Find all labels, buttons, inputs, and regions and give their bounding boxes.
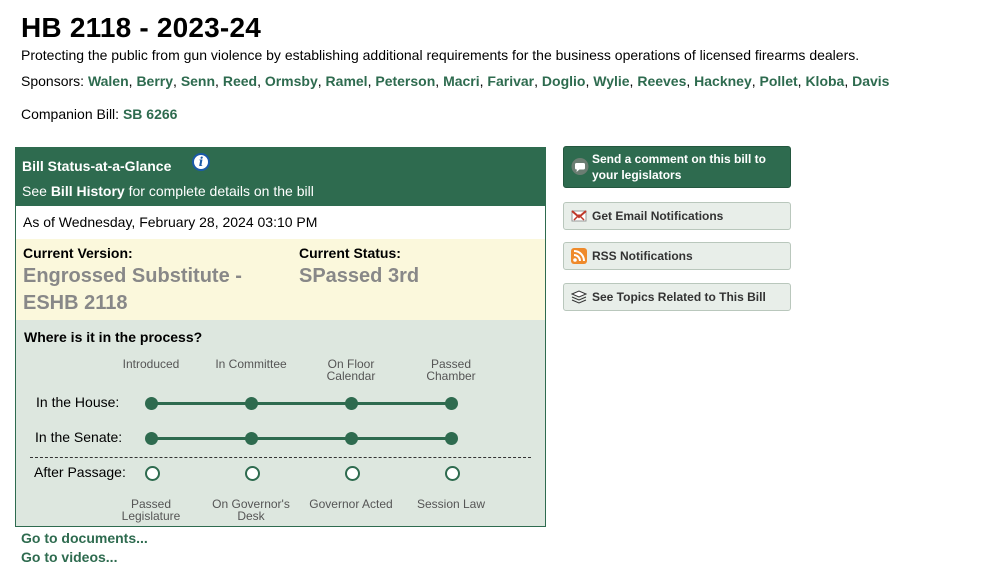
as-of-date: As of Wednesday, February 28, 2024 03:10… bbox=[16, 206, 545, 239]
sponsor-link[interactable]: Berry bbox=[136, 73, 173, 89]
email-notifications-button[interactable]: Get Email Notifications bbox=[563, 202, 791, 230]
stage-on-floor-calendar: On Floor Calendar bbox=[326, 357, 376, 383]
passage-divider bbox=[30, 457, 531, 458]
companion-bill-line: Companion Bill: SB 6266 bbox=[21, 105, 177, 123]
sponsor-link[interactable]: Peterson bbox=[375, 73, 435, 89]
sponsor-link[interactable]: Ramel bbox=[326, 73, 368, 89]
senate-dot-committee bbox=[245, 432, 258, 445]
bill-status-panel: Bill Status-at-a-Glance i See Bill Histo… bbox=[15, 147, 546, 527]
companion-label: Companion Bill: bbox=[21, 106, 120, 122]
bill-history-link[interactable]: Bill History bbox=[51, 183, 125, 199]
status-header: Bill Status-at-a-Glance i See Bill Histo… bbox=[16, 148, 545, 206]
stage-governor-acted: Governor Acted bbox=[309, 497, 393, 511]
senate-dot-floor bbox=[345, 432, 358, 445]
senate-label: In the Senate: bbox=[35, 429, 123, 445]
house-dot-committee bbox=[245, 397, 258, 410]
sponsors-line: Sponsors: Walen, Berry, Senn, Reed, Orms… bbox=[21, 72, 889, 90]
current-status-label: Current Status: bbox=[299, 245, 401, 261]
companion-bill-link[interactable]: SB 6266 bbox=[123, 106, 177, 122]
sponsors-label: Sponsors: bbox=[21, 73, 85, 89]
after-ring-session-law bbox=[445, 466, 460, 481]
bill-description: Protecting the public from gun violence … bbox=[21, 47, 860, 63]
stage-passed-chamber: Passed Chamber bbox=[426, 357, 476, 383]
current-version-label: Current Version: bbox=[23, 245, 133, 261]
sponsor-link[interactable]: Farivar bbox=[487, 73, 534, 89]
go-to-videos-link[interactable]: Go to videos... bbox=[21, 549, 117, 565]
rss-notifications-button[interactable]: RSS Notifications bbox=[563, 242, 791, 270]
status-subheading: See Bill History for complete details on… bbox=[22, 183, 314, 199]
current-info: Current Version: Engrossed Substitute - … bbox=[16, 239, 545, 320]
see-suffix: for complete details on the bill bbox=[128, 183, 314, 199]
house-track bbox=[151, 402, 451, 405]
see-topics-label: See Topics Related to This Bill bbox=[592, 290, 766, 304]
email-notifications-label: Get Email Notifications bbox=[592, 209, 724, 223]
sponsor-link[interactable]: Pollet bbox=[760, 73, 798, 89]
after-ring-passed-legislature bbox=[145, 466, 160, 481]
current-status-value: SPassed 3rd bbox=[299, 265, 420, 287]
current-status: Current Status: SPassed 3rd bbox=[299, 245, 539, 290]
see-prefix: See bbox=[22, 183, 47, 199]
current-version: Current Version: Engrossed Substitute - … bbox=[23, 245, 273, 317]
sponsor-link[interactable]: Walen bbox=[88, 73, 129, 89]
stage-introduced: Introduced bbox=[122, 357, 180, 371]
current-version-value: Engrossed Substitute - ESHB 2118 bbox=[23, 265, 242, 314]
status-heading: Bill Status-at-a-Glance bbox=[22, 158, 172, 174]
stage-governors-desk: On Governor's Desk bbox=[212, 497, 290, 523]
stage-passed-legislature: Passed Legislature bbox=[121, 497, 181, 523]
sponsor-link[interactable]: Wylie bbox=[593, 73, 629, 89]
after-ring-governor-desk bbox=[245, 466, 260, 481]
sponsor-link[interactable]: Ormsby bbox=[265, 73, 318, 89]
senate-dot-passed bbox=[445, 432, 458, 445]
info-icon[interactable]: i bbox=[192, 153, 210, 171]
house-dot-introduced bbox=[145, 397, 158, 410]
senate-track bbox=[151, 437, 451, 440]
sponsor-link[interactable]: Reed bbox=[223, 73, 257, 89]
see-topics-button[interactable]: See Topics Related to This Bill bbox=[563, 283, 791, 311]
send-comment-button[interactable]: Send a comment on this bill to your legi… bbox=[563, 146, 791, 188]
sponsor-link[interactable]: Kloba bbox=[805, 73, 844, 89]
email-icon bbox=[571, 208, 587, 227]
sponsor-list: Walen, Berry, Senn, Reed, Ormsby, Ramel,… bbox=[87, 73, 890, 89]
sponsor-link[interactable]: Reeves bbox=[637, 73, 686, 89]
after-ring-governor-acted bbox=[345, 466, 360, 481]
house-dot-floor bbox=[345, 397, 358, 410]
go-to-documents-link[interactable]: Go to documents... bbox=[21, 530, 148, 546]
house-label: In the House: bbox=[36, 394, 120, 410]
send-comment-label: Send a comment on this bill to your legi… bbox=[592, 152, 767, 182]
sponsor-link[interactable]: Doglio bbox=[542, 73, 586, 89]
sponsor-link[interactable]: Hackney bbox=[694, 73, 752, 89]
rss-notifications-label: RSS Notifications bbox=[592, 249, 693, 263]
sponsor-link[interactable]: Davis bbox=[852, 73, 889, 89]
rss-icon bbox=[571, 248, 587, 267]
sponsor-link[interactable]: Senn bbox=[181, 73, 215, 89]
sponsor-link[interactable]: Macri bbox=[443, 73, 480, 89]
house-dot-passed bbox=[445, 397, 458, 410]
topics-stack-icon bbox=[570, 289, 588, 308]
process-heading: Where is it in the process? bbox=[24, 329, 203, 345]
after-passage-label: After Passage: bbox=[34, 464, 126, 480]
senate-dot-introduced bbox=[145, 432, 158, 445]
comment-bubble-icon bbox=[571, 158, 589, 179]
bill-title: HB 2118 - 2023-24 bbox=[21, 12, 262, 43]
stage-session-law: Session Law bbox=[416, 497, 486, 511]
stage-in-committee: In Committee bbox=[215, 357, 287, 371]
